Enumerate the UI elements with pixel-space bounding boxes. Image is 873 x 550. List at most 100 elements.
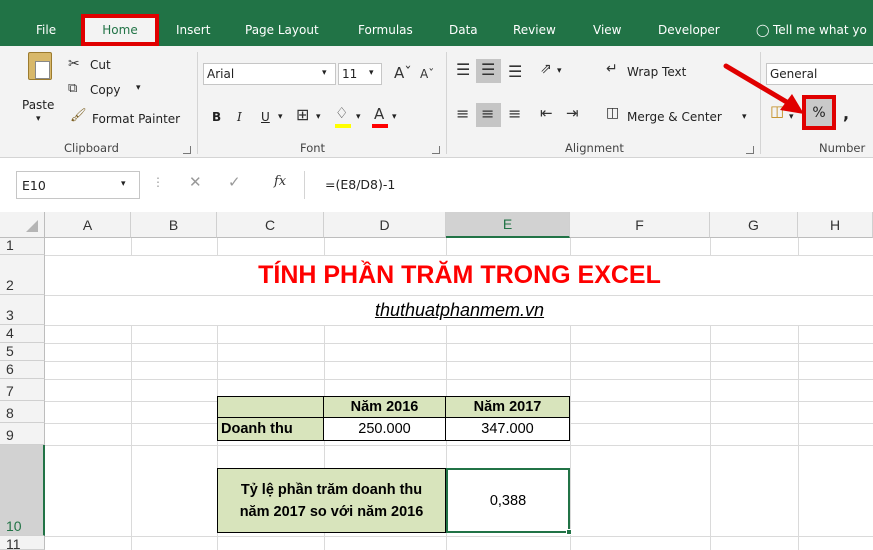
column-header-h[interactable]: H xyxy=(798,212,873,238)
cut-button[interactable]: Cut xyxy=(90,58,111,72)
merge-center-button[interactable]: Merge & Center xyxy=(627,110,722,124)
sheet-subtitle[interactable]: thuthuatphanmem.vn xyxy=(46,296,873,325)
font-size-dropdown[interactable]: 11 ▾ xyxy=(338,63,382,85)
row-header-10[interactable]: 10 xyxy=(0,445,45,536)
chevron-down-icon[interactable]: ▾ xyxy=(356,112,361,122)
group-divider xyxy=(197,52,198,154)
paste-button[interactable]: Paste xyxy=(22,98,54,112)
row-header-3[interactable]: 3 xyxy=(0,295,45,325)
chevron-down-icon[interactable]: ▾ xyxy=(392,112,397,122)
ratio-label-cell[interactable]: Tỷ lệ phần trăm doanh thu năm 2017 so vớ… xyxy=(217,468,446,533)
header-2016[interactable]: Năm 2016 xyxy=(324,396,446,418)
tab-view[interactable]: View xyxy=(593,23,621,37)
italic-button[interactable]: I xyxy=(237,110,242,124)
font-color-swatch xyxy=(372,124,388,128)
formula-input[interactable]: =(E8/D8)-1 xyxy=(304,171,873,199)
row-header-11[interactable]: 11 xyxy=(0,536,45,550)
row-label-revenue[interactable]: Doanh thu xyxy=(217,418,324,441)
select-all-corner[interactable] xyxy=(0,212,45,238)
enter-formula-icon[interactable]: ✓ xyxy=(228,175,241,190)
row-header-1[interactable]: 1 xyxy=(0,237,45,255)
row-header-4[interactable]: 4 xyxy=(0,325,45,343)
row-header-6[interactable]: 6 xyxy=(0,361,45,379)
tab-insert[interactable]: Insert xyxy=(176,23,210,37)
align-bottom-icon[interactable]: ☰ xyxy=(508,64,522,80)
tab-page-layout[interactable]: Page Layout xyxy=(245,23,319,37)
chevron-down-icon[interactable]: ▾ xyxy=(557,66,562,76)
borders-icon[interactable]: ⊞ xyxy=(296,107,309,123)
chevron-down-icon[interactable]: ▾ xyxy=(278,112,283,122)
wrap-text-icon[interactable]: ↵ xyxy=(606,62,618,76)
wrap-text-button[interactable]: Wrap Text xyxy=(627,65,686,79)
tab-formulas[interactable]: Formulas xyxy=(358,23,413,37)
dialog-launcher-icon[interactable] xyxy=(432,146,440,154)
ratio-value-cell[interactable]: 0,388 xyxy=(446,468,570,533)
tab-home[interactable]: Home xyxy=(81,14,159,46)
chevron-down-icon: ▾ xyxy=(369,68,374,78)
tell-me-search[interactable]: Tell me what yo xyxy=(773,23,867,37)
fill-color-icon[interactable]: ♢ xyxy=(335,106,348,121)
column-header-f[interactable]: F xyxy=(570,212,710,238)
underline-button[interactable]: U xyxy=(261,110,270,124)
bold-button[interactable]: B xyxy=(212,110,221,124)
tab-review[interactable]: Review xyxy=(513,23,556,37)
grid-line xyxy=(45,445,873,446)
copy-button[interactable]: Copy xyxy=(90,83,120,97)
group-label-number: Number xyxy=(819,141,866,155)
dialog-launcher-icon[interactable] xyxy=(183,146,191,154)
grid-line xyxy=(45,379,873,380)
column-header-a[interactable]: A xyxy=(45,212,131,238)
row-header-5[interactable]: 5 xyxy=(0,343,45,361)
name-box[interactable]: E10 ▾ xyxy=(16,171,140,199)
decrease-font-size-icon[interactable]: Aˇ xyxy=(420,68,434,80)
paste-icon[interactable] xyxy=(28,52,52,80)
value-2017[interactable]: 347.000 xyxy=(446,418,570,441)
align-left-icon[interactable]: ≡ xyxy=(456,106,469,122)
fx-icon[interactable]: fx xyxy=(274,175,286,188)
font-size-value: 11 xyxy=(342,67,358,81)
group-label-font: Font xyxy=(300,141,326,155)
sheet-title[interactable]: TÍNH PHẦN TRĂM TRONG EXCEL xyxy=(46,256,873,295)
fill-color-swatch xyxy=(335,124,351,128)
column-header-e[interactable]: E xyxy=(446,212,570,238)
column-header-d[interactable]: D xyxy=(324,212,446,238)
row-header-2[interactable]: 2 xyxy=(0,255,45,295)
fill-handle[interactable] xyxy=(566,529,572,535)
scissors-icon[interactable]: ✂ xyxy=(68,57,80,71)
comma-style-button[interactable]: , xyxy=(843,104,849,123)
table-corner-cell[interactable] xyxy=(217,396,324,418)
increase-font-size-icon[interactable]: Aˇ xyxy=(394,66,412,81)
row-header-9[interactable]: 9 xyxy=(0,423,45,445)
increase-indent-icon[interactable]: ⇥ xyxy=(566,106,579,121)
cancel-formula-icon[interactable]: ✕ xyxy=(189,175,202,190)
merge-center-icon[interactable]: ◫ xyxy=(606,106,619,120)
decrease-indent-icon[interactable]: ⇤ xyxy=(540,106,553,121)
format-painter-icon[interactable]: 🖌 xyxy=(70,109,87,122)
tab-developer[interactable]: Developer xyxy=(658,23,720,37)
header-2017[interactable]: Năm 2017 xyxy=(446,396,570,418)
align-middle-icon[interactable]: ☰ xyxy=(481,62,495,78)
row-header-7[interactable]: 7 xyxy=(0,379,45,401)
align-center-icon[interactable]: ≡ xyxy=(481,106,494,122)
font-color-icon[interactable]: A xyxy=(374,107,384,122)
column-header-g[interactable]: G xyxy=(710,212,798,238)
align-right-icon[interactable]: ≡ xyxy=(508,106,521,122)
tab-file[interactable]: File xyxy=(36,23,56,37)
chevron-down-icon[interactable]: ▾ xyxy=(136,83,141,93)
column-header-b[interactable]: B xyxy=(131,212,217,238)
tab-data[interactable]: Data xyxy=(449,23,478,37)
copy-icon[interactable]: ⧉ xyxy=(68,82,77,95)
chevron-down-icon[interactable]: ▾ xyxy=(36,114,41,124)
format-painter-button[interactable]: Format Painter xyxy=(92,112,180,126)
group-divider xyxy=(446,52,447,154)
formula-text: =(E8/D8)-1 xyxy=(325,177,396,192)
dialog-launcher-icon[interactable] xyxy=(746,146,754,154)
font-name-dropdown[interactable]: Arial ▾ xyxy=(203,63,336,85)
value-2016[interactable]: 250.000 xyxy=(324,418,446,441)
row-header-8[interactable]: 8 xyxy=(0,401,45,423)
formula-bar: E10 ▾ ⋮ ✕ ✓ fx =(E8/D8)-1 xyxy=(0,160,873,210)
chevron-down-icon[interactable]: ▾ xyxy=(316,112,321,122)
align-top-icon[interactable]: ☰ xyxy=(456,62,470,78)
column-header-c[interactable]: C xyxy=(217,212,324,238)
orientation-icon[interactable]: ⇗ xyxy=(540,62,552,76)
